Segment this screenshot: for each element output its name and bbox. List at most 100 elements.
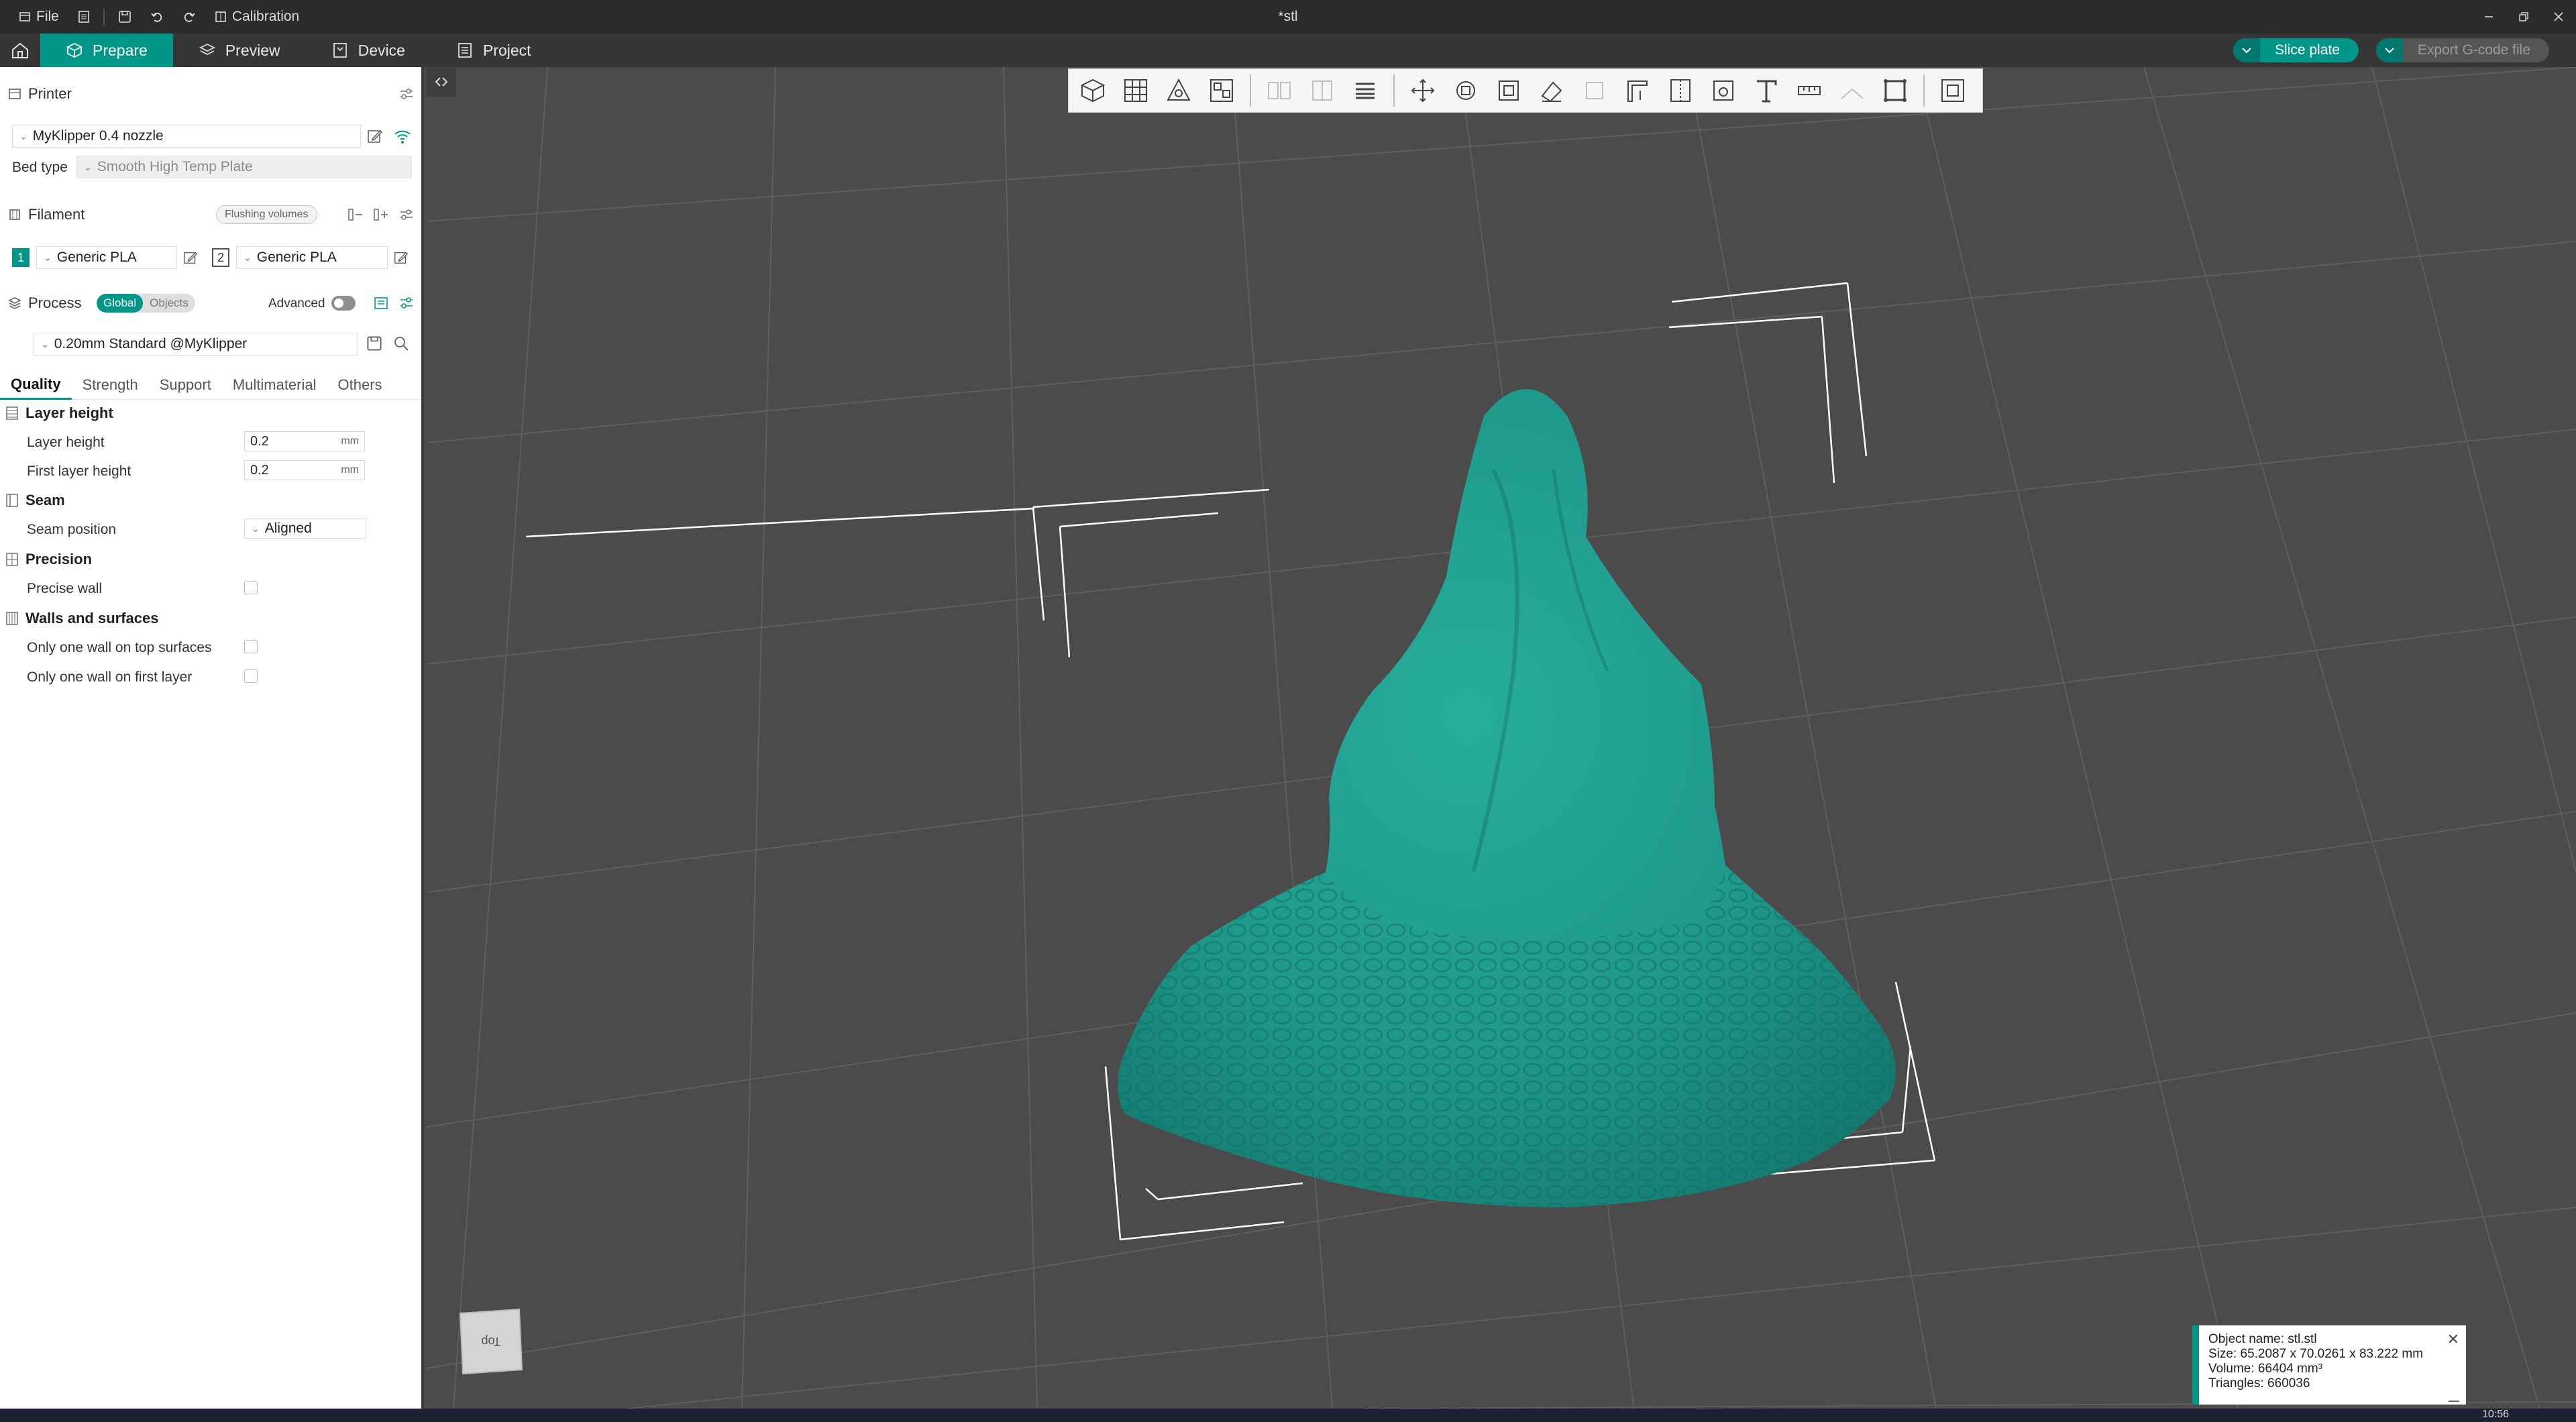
filament-slot-2-value: Generic PLA: [256, 250, 337, 265]
add-object-icon[interactable]: [1074, 72, 1112, 109]
split-objects-icon[interactable]: [1260, 72, 1298, 109]
move-icon[interactable]: [1404, 72, 1442, 109]
view-cube-label: Top: [481, 1335, 500, 1348]
edit-filament-1-icon[interactable]: [182, 250, 199, 266]
printer-settings-icon[interactable]: [398, 87, 415, 101]
filament-slot-2-select[interactable]: ⌄ Generic PLA: [236, 246, 388, 269]
text-icon[interactable]: [1748, 72, 1785, 109]
tab-device-label: Device: [358, 41, 405, 59]
collapse-sidebar-button[interactable]: [427, 67, 456, 97]
seam-position-select[interactable]: ⌄ Aligned: [244, 518, 366, 539]
rotate-icon[interactable]: [1447, 72, 1485, 109]
layer-height-group-header: Layer height: [0, 401, 421, 425]
one-wall-first-checkbox[interactable]: [244, 669, 258, 683]
tab-preview-label: Preview: [225, 41, 280, 59]
save-icon[interactable]: [109, 0, 141, 34]
title-bar: File Calibration *stl: [0, 0, 2576, 34]
explode-view-icon[interactable]: [1934, 72, 1972, 109]
3d-viewport[interactable]: Top Object name: stl.stl Size: 65.2087 x…: [427, 67, 2576, 1409]
mesh-boolean-icon[interactable]: [1876, 72, 1914, 109]
split-parts-icon[interactable]: [1303, 72, 1341, 109]
slice-dropdown-chevron-icon[interactable]: [2233, 38, 2261, 62]
precise-wall-checkbox[interactable]: [244, 581, 258, 594]
global-option[interactable]: Global: [97, 294, 144, 313]
add-filament-icon[interactable]: [373, 207, 389, 222]
measure-icon[interactable]: [1790, 72, 1828, 109]
tab-prepare[interactable]: Prepare: [40, 34, 173, 67]
layer-height-label: Layer height: [27, 435, 105, 450]
restore-icon: [2519, 12, 2528, 21]
variable-layer-height-icon[interactable]: [1346, 72, 1384, 109]
export-dropdown-chevron-icon[interactable]: [2375, 38, 2403, 62]
printer-section-header: Printer: [0, 79, 421, 109]
assembly-icon[interactable]: [1833, 72, 1871, 109]
tab-multimaterial[interactable]: Multimaterial: [222, 370, 327, 400]
lay-on-face-icon[interactable]: [1533, 72, 1570, 109]
tab-strength[interactable]: Strength: [72, 370, 149, 400]
view-cube[interactable]: Top: [456, 1308, 523, 1375]
tab-quality[interactable]: Quality: [0, 370, 72, 400]
scale-icon[interactable]: [1490, 72, 1527, 109]
home-button[interactable]: [0, 34, 40, 67]
chevron-down-icon: ⌄: [44, 252, 52, 263]
first-layer-height-input[interactable]: 0.2 mm: [244, 460, 365, 480]
tab-support[interactable]: Support: [149, 370, 222, 400]
printer-preset-select[interactable]: ⌄ MyKlipper 0.4 nozzle: [12, 125, 361, 148]
auto-orient-icon[interactable]: [1160, 72, 1197, 109]
process-preset-select[interactable]: ⌄ 0.20mm Standard @MyKlipper: [34, 333, 358, 356]
process-compare-icon[interactable]: [373, 296, 389, 311]
document-icon[interactable]: [68, 0, 99, 34]
walls-group-title: Walls and surfaces: [25, 610, 159, 626]
tab-others[interactable]: Others: [327, 370, 393, 400]
cut-icon[interactable]: [1576, 72, 1613, 109]
save-preset-icon[interactable]: [366, 335, 382, 351]
seam-group-header: Seam: [0, 488, 421, 512]
one-wall-top-label: Only one wall on top surfaces: [27, 640, 212, 655]
printer-title: Printer: [28, 85, 72, 102]
layer-height-icon: [6, 406, 18, 420]
project-icon: [458, 43, 472, 58]
restore-button[interactable]: [2506, 0, 2541, 34]
support-painting-icon[interactable]: [1619, 72, 1656, 109]
undo-icon[interactable]: [141, 0, 173, 34]
edit-filament-2-icon[interactable]: [393, 250, 409, 266]
color-painting-icon[interactable]: [1705, 72, 1742, 109]
chevron-down-icon: ⌄: [84, 161, 92, 172]
bed-type-select[interactable]: ⌄ Smooth High Temp Plate: [76, 156, 412, 178]
object-info-panel: Object name: stl.stl Size: 65.2087 x 70.…: [2192, 1325, 2466, 1405]
tab-preview[interactable]: Preview: [173, 34, 306, 67]
filament-slot-1-select[interactable]: ⌄ Generic PLA: [36, 246, 177, 269]
edit-printer-icon[interactable]: [366, 127, 384, 145]
filament-slot-1-number: 1: [12, 248, 30, 267]
one-wall-top-checkbox[interactable]: [244, 640, 258, 653]
search-icon[interactable]: [393, 335, 409, 351]
objects-option[interactable]: Objects: [143, 294, 195, 313]
tab-prepare-label: Prepare: [93, 41, 148, 59]
wifi-icon[interactable]: [393, 127, 412, 145]
add-plate-icon[interactable]: [1117, 72, 1155, 109]
layer-height-input[interactable]: 0.2 mm: [244, 431, 365, 451]
cube-icon: [66, 42, 83, 58]
calibration-menu[interactable]: Calibration: [205, 0, 309, 34]
filament-settings-icon[interactable]: [398, 208, 415, 221]
redo-icon[interactable]: [173, 0, 205, 34]
tab-device[interactable]: Device: [306, 34, 431, 67]
seam-painting-icon[interactable]: [1662, 72, 1699, 109]
arrange-icon[interactable]: [1203, 72, 1240, 109]
process-scope-toggle[interactable]: Global Objects: [97, 294, 195, 313]
object-name: Object name: stl.stl: [2208, 1332, 2317, 1346]
tab-project[interactable]: Project: [431, 34, 557, 67]
file-menu[interactable]: File: [9, 0, 68, 34]
close-button[interactable]: [2541, 0, 2576, 34]
close-icon[interactable]: ✕: [2447, 1332, 2459, 1347]
process-settings-icon[interactable]: [398, 296, 415, 311]
minimize-button[interactable]: [2471, 0, 2506, 34]
flushing-volumes-button[interactable]: Flushing volumes: [216, 205, 317, 224]
bed-type-value: Smooth High Temp Plate: [97, 159, 253, 174]
remove-filament-icon[interactable]: [347, 207, 364, 222]
slice-plate-button[interactable]: Slice plate: [2233, 38, 2359, 62]
export-gcode-button[interactable]: Export G-code file: [2375, 38, 2549, 62]
export-gcode-label: Export G-code file: [2417, 42, 2530, 58]
advanced-toggle[interactable]: [331, 296, 356, 311]
minimize-panel-icon[interactable]: [2449, 1401, 2459, 1402]
